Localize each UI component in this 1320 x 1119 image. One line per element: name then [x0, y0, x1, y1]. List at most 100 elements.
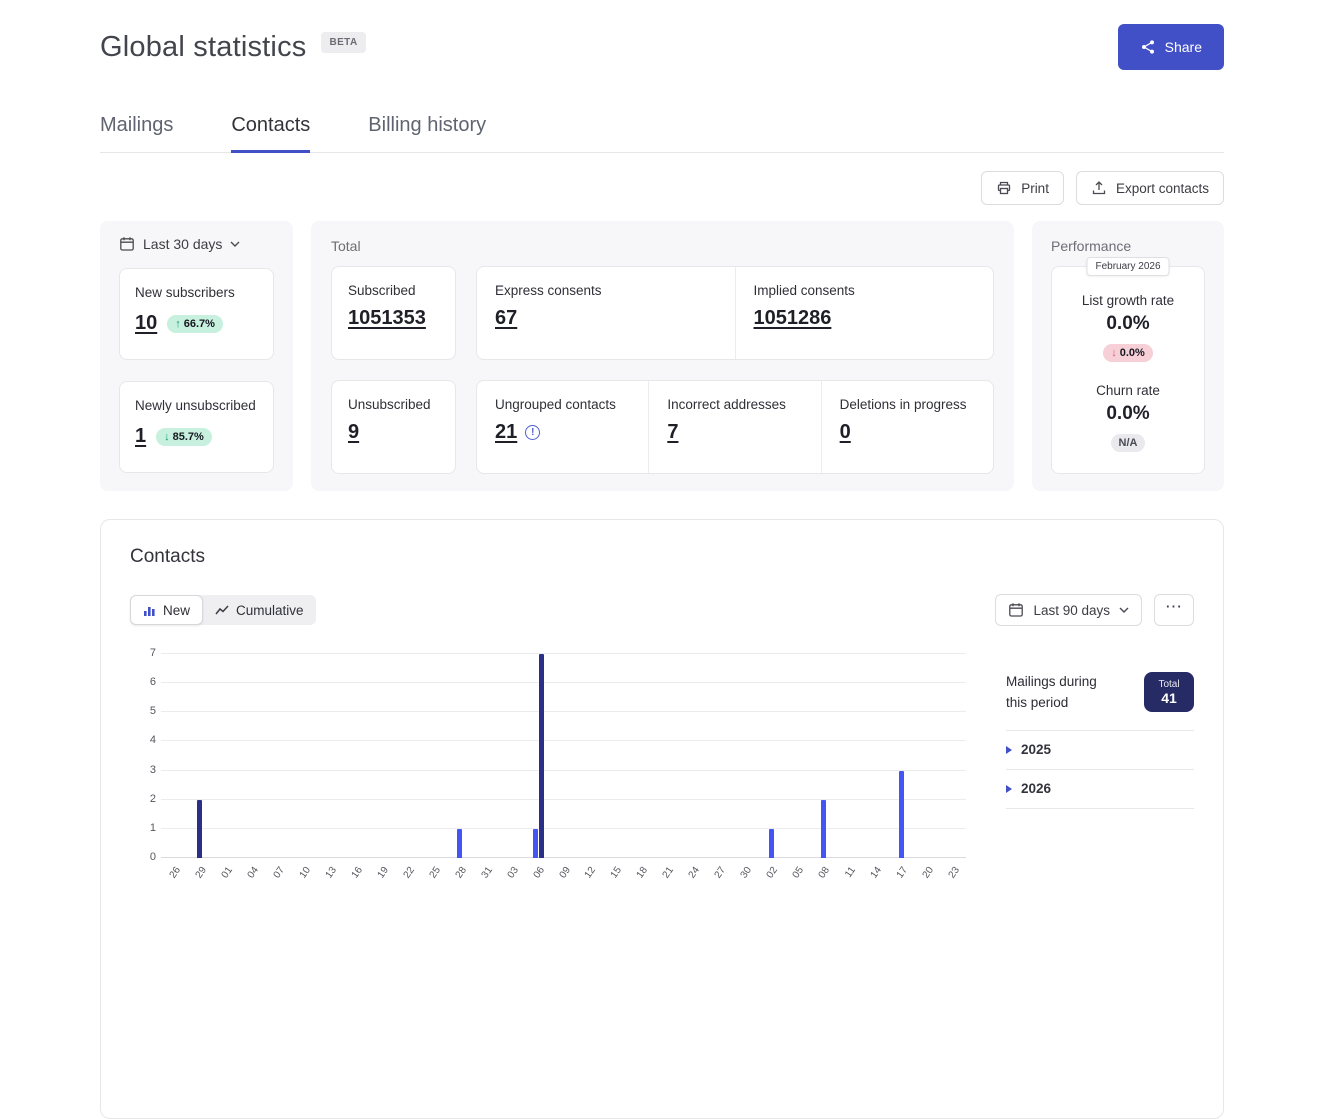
total-panel-label: Total	[331, 238, 994, 254]
x-axis-label: 10	[297, 865, 312, 880]
year-label: 2026	[1021, 781, 1051, 796]
x-axis-label: 17	[895, 865, 910, 880]
bar-chart-icon	[143, 604, 156, 617]
x-axis-label: 18	[635, 865, 650, 880]
newly-unsubscribed-badge: ↓ 85.7%	[156, 428, 212, 446]
newly-unsubscribed-title: Newly unsubscribed	[135, 396, 258, 416]
new-subscribers-value[interactable]: 10	[135, 312, 157, 335]
export-contacts-label: Export contacts	[1116, 181, 1209, 196]
mailings-year-2026[interactable]: 2026	[1006, 770, 1194, 809]
x-axis-label: 14	[869, 865, 884, 880]
unsubscribed-value[interactable]: 9	[348, 421, 359, 443]
chart-bar[interactable]	[197, 800, 202, 858]
express-consents-value[interactable]: 67	[495, 307, 517, 329]
chart-bar[interactable]	[533, 829, 538, 858]
more-options-button[interactable]: ⋯	[1154, 594, 1194, 626]
expand-triangle-icon	[1006, 785, 1012, 793]
new-subscribers-title: New subscribers	[135, 283, 258, 303]
chart-plot: 2629010407101316192225283103060912151821…	[161, 654, 966, 858]
arrow-down-icon: ↓	[1111, 347, 1117, 359]
chart-date-range-select[interactable]: Last 90 days	[995, 594, 1142, 626]
stats-row: Last 30 days New subscribers 10 ↑ 66.7% …	[100, 221, 1224, 491]
churn-rate-metric: Churn rate 0.0% N/A	[1060, 383, 1196, 452]
unsubscribed-title: Unsubscribed	[348, 397, 439, 412]
arrow-up-icon: ↑	[175, 318, 181, 330]
tab-mailings[interactable]: Mailings	[100, 102, 173, 152]
incorrect-addresses-section: Incorrect addresses 7	[648, 381, 820, 473]
date-range-select[interactable]: Last 30 days	[119, 236, 240, 252]
performance-panel: Performance February 2026 List growth ra…	[1032, 221, 1224, 491]
year-label: 2025	[1021, 742, 1051, 757]
consents-card: Express consents 67 Implied consents 105…	[476, 266, 994, 360]
subscribed-card: Subscribed 1051353	[331, 266, 456, 360]
list-growth-rate-badge: ↓ 0.0%	[1103, 344, 1153, 362]
churn-rate-value: 0.0%	[1060, 403, 1196, 425]
contacts-section: Contacts New	[100, 519, 1224, 1119]
x-axis-label: 30	[739, 865, 754, 880]
implied-consents-section: Implied consents 1051286	[735, 267, 994, 359]
x-axis-label: 11	[843, 865, 858, 880]
x-axis-label: 05	[791, 865, 806, 880]
chart-bar[interactable]	[821, 800, 826, 858]
export-contacts-button[interactable]: Export contacts	[1076, 171, 1224, 205]
subscribed-value[interactable]: 1051353	[348, 307, 426, 329]
chart-y-axis: 01234567	[130, 654, 156, 858]
y-axis-label: 4	[150, 734, 156, 746]
toggle-new-label: New	[163, 603, 190, 618]
chart-bar[interactable]	[899, 771, 904, 858]
churn-rate-title: Churn rate	[1060, 383, 1196, 398]
warning-icon[interactable]: !	[525, 425, 540, 440]
x-axis-label: 27	[713, 865, 728, 880]
x-axis-label: 01	[220, 865, 235, 880]
chart-bar[interactable]	[539, 654, 544, 858]
export-icon	[1091, 180, 1107, 196]
x-axis-label: 21	[661, 865, 676, 880]
x-axis-label: 13	[323, 865, 338, 880]
subscribed-title: Subscribed	[348, 283, 439, 298]
mailings-panel-title: Mailings during this period	[1006, 672, 1114, 714]
x-axis-label: 19	[375, 865, 390, 880]
list-growth-rate-title: List growth rate	[1060, 293, 1196, 308]
print-button[interactable]: Print	[981, 171, 1064, 205]
y-axis-label: 7	[150, 647, 156, 659]
x-axis-label: 28	[453, 865, 468, 880]
list-growth-rate-badge-value: 0.0%	[1120, 347, 1145, 359]
y-axis-label: 0	[150, 851, 156, 863]
tab-billing-history[interactable]: Billing history	[368, 102, 486, 152]
share-button[interactable]: Share	[1118, 24, 1224, 70]
incorrect-addresses-title: Incorrect addresses	[667, 397, 802, 412]
chart-bar[interactable]	[457, 829, 462, 858]
toggle-new[interactable]: New	[130, 595, 203, 625]
x-axis-label: 07	[271, 865, 286, 880]
gridline	[161, 770, 966, 771]
contacts-chart: 01234567 2629010407101316192225283103060…	[130, 650, 966, 885]
newly-unsubscribed-value[interactable]: 1	[135, 425, 146, 448]
x-axis-label: 15	[609, 865, 624, 880]
arrow-down-icon: ↓	[164, 431, 170, 443]
y-axis-label: 5	[150, 705, 156, 717]
deletions-in-progress-value[interactable]: 0	[840, 421, 851, 443]
gridline	[161, 828, 966, 829]
page-title: Global statistics	[100, 27, 306, 67]
calendar-icon	[1008, 602, 1024, 618]
mailings-total-badge: Total 41	[1144, 672, 1194, 712]
x-axis-label: 12	[583, 865, 598, 880]
incorrect-addresses-value[interactable]: 7	[667, 421, 678, 443]
line-chart-icon	[215, 604, 229, 616]
beta-badge: BETA	[321, 32, 365, 53]
new-subscribers-badge-value: 66.7%	[184, 318, 215, 330]
ungrouped-contacts-value[interactable]: 21	[495, 421, 517, 444]
issues-card: Ungrouped contacts 21 ! Incorrect addres…	[476, 380, 994, 474]
mailings-year-2025[interactable]: 2025	[1006, 731, 1194, 770]
implied-consents-value[interactable]: 1051286	[754, 307, 832, 329]
toggle-cumulative[interactable]: Cumulative	[203, 595, 316, 625]
tab-contacts[interactable]: Contacts	[231, 102, 310, 152]
new-subscribers-card: New subscribers 10 ↑ 66.7%	[119, 268, 274, 360]
x-axis-label: 02	[765, 865, 780, 880]
gridline	[161, 799, 966, 800]
x-axis-label: 04	[245, 865, 260, 880]
chart-controls: New Cumulative	[130, 594, 1194, 626]
x-axis-label: 26	[168, 865, 183, 880]
chart-bar[interactable]	[769, 829, 774, 858]
x-axis-label: 23	[947, 865, 962, 880]
